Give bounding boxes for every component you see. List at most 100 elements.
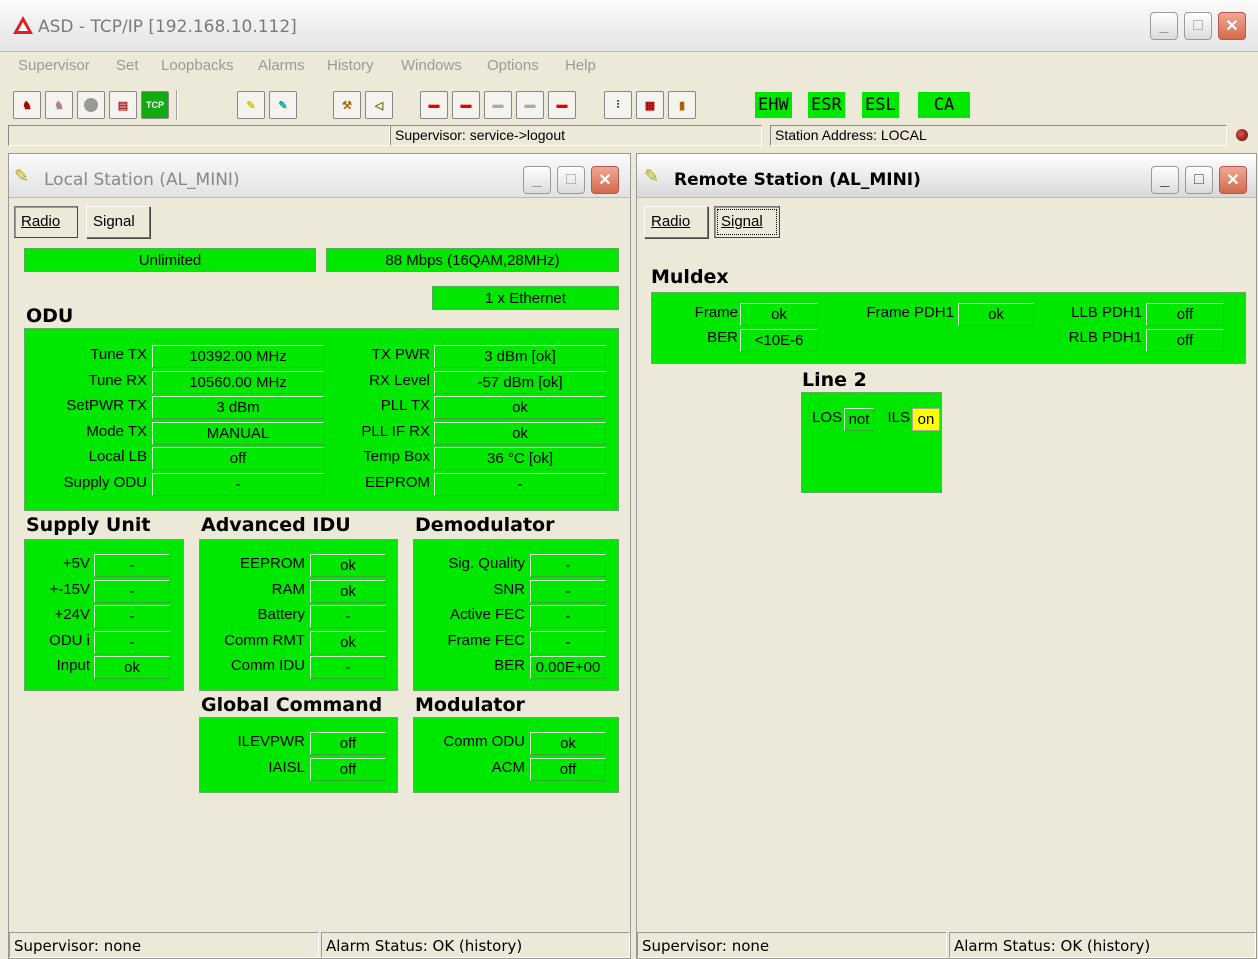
status-supervisor: Supervisor: service->logout	[390, 125, 762, 146]
odu-left-value: 10560.00 MHz	[152, 370, 324, 394]
local-station-title: Local Station (AL_MINI)	[44, 170, 240, 190]
login-icon[interactable]: ♞	[13, 91, 41, 119]
supply-unit-value: -	[94, 554, 170, 577]
remote-tab-signal[interactable]: Signal	[714, 206, 780, 238]
local-station-icon-small: ✎	[14, 166, 30, 186]
alarm-flag-ehw: EHW	[755, 92, 792, 118]
odu-left-label: Supply ODU	[63, 474, 147, 491]
tcp-icon[interactable]: TCP	[141, 91, 169, 119]
remote-station-icon[interactable]: ✎	[269, 91, 297, 119]
advanced-idu-label: RAM	[271, 580, 305, 598]
alarm-flag-esl: ESL	[862, 92, 899, 118]
line2-title: Line 2	[802, 369, 867, 391]
supply-unit-title: Supply Unit	[26, 514, 151, 536]
local-tab-signal[interactable]: Signal	[86, 206, 150, 238]
tools-icon[interactable]: ⚒	[333, 91, 361, 119]
remote-maximize-button[interactable]: □	[1185, 166, 1213, 194]
logout-icon[interactable]: ♞	[45, 91, 73, 119]
global-command-panel	[199, 717, 398, 793]
maximize-icon: □	[1193, 17, 1203, 34]
remote-minimize-button[interactable]: _	[1151, 166, 1179, 194]
advanced-idu-title: Advanced IDU	[201, 514, 351, 536]
global-command-title: Global Command	[201, 694, 383, 716]
odu-right-value: 36 °C [ok]	[434, 447, 606, 471]
odu-right-label: TX PWR	[371, 346, 430, 363]
tab-label: Signal	[93, 213, 135, 230]
alarm-sdh-icon[interactable]: ▬	[548, 91, 576, 119]
remote-tab-radio[interactable]: Radio	[644, 206, 708, 238]
global-command-value: off	[310, 757, 386, 781]
muldex-ber-label: BER	[707, 329, 738, 346]
modulator-value: off	[530, 757, 606, 781]
muldex-llb-pdh1-label: LLB PDH1	[1071, 304, 1142, 321]
odu-left-label: Tune RX	[88, 371, 147, 389]
menu-history[interactable]: History	[327, 57, 374, 74]
maximize-icon: □	[566, 171, 576, 188]
tab-label: Radio	[21, 213, 61, 230]
modulator-label: ACM	[491, 758, 525, 776]
odu-right-value: ok	[434, 396, 606, 420]
alarm-idu-icon[interactable]: ▬	[484, 91, 512, 119]
local-maximize-button[interactable]: □	[557, 166, 585, 194]
grid-icon[interactable]: ▦	[636, 91, 664, 119]
odu-left-label: Tune TX	[90, 346, 147, 363]
supply-unit-value: -	[94, 630, 170, 654]
ethernet-indicator: 1 x Ethernet	[432, 286, 619, 310]
supply-unit-label: +5V	[62, 555, 90, 572]
minimize-button[interactable]: _	[1150, 12, 1178, 40]
maximize-button[interactable]: □	[1184, 12, 1212, 40]
odu-left-value: -	[152, 473, 324, 496]
remote-close-button[interactable]: ✕	[1219, 166, 1247, 194]
demodulator-value: -	[530, 605, 606, 628]
menu-help[interactable]: Help	[565, 57, 596, 74]
capacity-indicator: Unlimited	[24, 248, 316, 272]
muldex-llb-pdh1-value: off	[1146, 303, 1224, 326]
local-station-icon[interactable]: ✎	[237, 91, 265, 119]
menu-supervisor[interactable]: Supervisor	[18, 57, 90, 74]
tab-label: Signal	[721, 213, 763, 230]
muldex-frame-value: ok	[740, 303, 818, 326]
alarm-pdh-icon[interactable]: ▬	[452, 91, 480, 119]
local-close-button[interactable]: ✕	[591, 166, 619, 194]
demodulator-label: Active FEC	[449, 606, 525, 623]
demodulator-label: SNR	[493, 580, 525, 598]
menu-loopbacks[interactable]: Loopbacks	[161, 57, 234, 74]
muldex-frame-pdh1-value: ok	[958, 303, 1034, 326]
print-icon[interactable]: ▤	[109, 91, 137, 119]
odu-right-value: -	[434, 473, 606, 496]
muldex-ber-value: <10E-6	[740, 329, 818, 352]
supply-unit-value: -	[94, 579, 170, 603]
supply-unit-label: +-15V	[49, 580, 90, 598]
app-title: ASD - TCP/IP [192.168.10.112]	[38, 17, 297, 37]
menu-set[interactable]: Set	[116, 57, 139, 74]
status-field-blank	[8, 125, 390, 146]
local-minimize-button[interactable]: _	[523, 166, 551, 194]
odu-right-value: 3 dBm [ok]	[434, 345, 606, 368]
muldex-frame-label: Frame	[694, 304, 738, 321]
menu-options[interactable]: Options	[487, 57, 539, 74]
muldex-rlb-pdh1-label: RLB PDH1	[1068, 329, 1142, 346]
menu-windows[interactable]: Windows	[401, 57, 462, 74]
signal-meter-icon[interactable]: ⫶	[604, 91, 632, 119]
global-command-label: IAISL	[268, 758, 305, 776]
odu-right-value: ok	[434, 421, 606, 445]
advanced-idu-value: -	[310, 605, 386, 628]
remote-status-alarm: Alarm Status: OK (history)	[949, 932, 1256, 958]
remote-status-supervisor: Supervisor: none	[637, 932, 947, 958]
odu-title: ODU	[26, 305, 74, 327]
alarm-odu-icon[interactable]: ▬	[420, 91, 448, 119]
local-tab-radio[interactable]: Radio	[14, 206, 78, 238]
close-icon: ✕	[1226, 172, 1240, 189]
connection-led-icon	[1236, 129, 1248, 141]
alarm-line-icon[interactable]: ▬	[516, 91, 544, 119]
close-button[interactable]: ✕	[1218, 12, 1246, 40]
modulator-panel	[413, 717, 619, 793]
loopback-icon[interactable]: ◁	[365, 91, 393, 119]
stop-icon[interactable]	[77, 91, 105, 119]
advanced-idu-label: Battery	[257, 606, 305, 623]
demodulator-label: BER	[494, 657, 525, 674]
local-status-supervisor: Supervisor: none	[9, 932, 319, 958]
advanced-idu-value: -	[310, 656, 386, 679]
bar-chart-icon[interactable]: ▮	[668, 91, 696, 119]
menu-alarms[interactable]: Alarms	[258, 57, 305, 74]
